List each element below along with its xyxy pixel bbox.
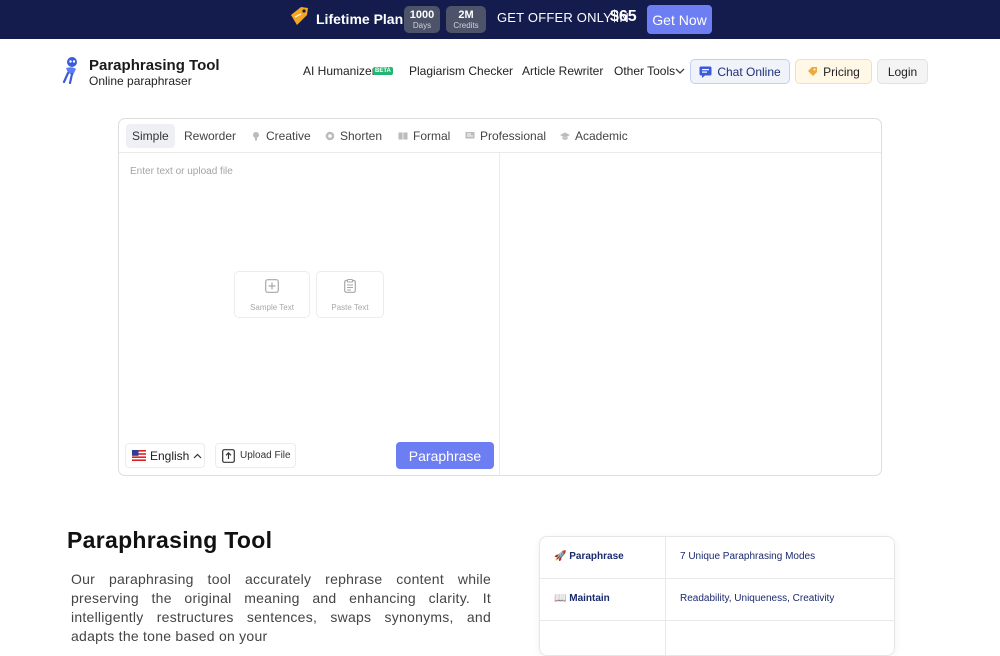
tab-professional-label: Professional (480, 129, 547, 143)
chevron-down-icon[interactable] (675, 67, 685, 75)
beta-badge: BETA (373, 67, 393, 75)
lightbulb-icon (253, 132, 259, 141)
feature-value: Readability, Uniqueness, Creativity (680, 593, 835, 604)
paraphrase-button[interactable]: Paraphrase (396, 442, 494, 469)
credits-value: 2M (458, 9, 474, 21)
feature-key: 📖 Maintain (554, 593, 610, 604)
feature-row: 🚀 Paraphrase 7 Unique Paraphrasing Modes (540, 537, 894, 579)
price-tag-icon (291, 7, 308, 25)
paste-text-button[interactable]: Paste Text (316, 271, 384, 318)
feature-key-text: Maintain (569, 593, 610, 604)
plan-title: Lifetime Plan (316, 11, 404, 27)
add-sample-icon (265, 279, 279, 293)
credits-badge: 2M Credits (446, 6, 486, 33)
section-description: Our paraphrasing tool accurately rephras… (71, 571, 491, 644)
days-unit: Days (412, 21, 432, 30)
feature-value: 7 Unique Paraphrasing Modes (680, 551, 816, 562)
credits-unit: Credits (453, 21, 479, 30)
tab-professional[interactable]: Professional (459, 124, 552, 148)
presentation-icon (465, 132, 475, 139)
language-label: English (150, 448, 190, 463)
tab-reworder-label: Reworder (184, 129, 237, 143)
tab-formal-label: Formal (413, 129, 451, 143)
tab-simple[interactable]: Simple (126, 124, 175, 148)
login-label: Login (887, 64, 918, 79)
offer-price: $65 (610, 8, 637, 25)
promo-banner: Lifetime Plan 1000 Days 2M Credits GET O… (0, 0, 1000, 39)
nav-article-rewriter[interactable]: Article Rewriter (522, 64, 603, 78)
tab-shorten-label: Shorten (340, 129, 383, 143)
upload-icon (222, 448, 235, 463)
tab-creative[interactable]: Creative (245, 124, 317, 148)
pricing-button[interactable]: Pricing (795, 59, 872, 84)
brand-name[interactable]: Paraphrasing Tool (89, 57, 220, 74)
sample-text-label: Sample Text (250, 303, 294, 312)
nav-plagiarism-checker[interactable]: Plagiarism Checker (409, 64, 513, 78)
tab-academic-label: Academic (575, 129, 628, 143)
mode-tabs: Simple Reworder Creative Shorten Formal … (119, 119, 881, 153)
get-now-button[interactable]: Get Now (647, 5, 712, 34)
days-badge: 1000 Days (404, 6, 440, 33)
upload-file-label: Upload File (240, 450, 291, 461)
pricing-label: Pricing (823, 64, 860, 79)
feature-key: 🚀 Paraphrase (554, 551, 624, 562)
section-title: Paraphrasing Tool (67, 527, 273, 553)
nav-ai-humanizer[interactable]: AI Humanizer (303, 64, 376, 78)
feature-key-text: Paraphrase (569, 551, 624, 562)
tab-shorten[interactable]: Shorten (319, 124, 388, 148)
upload-file-button[interactable]: Upload File (215, 443, 296, 468)
chat-online-label: Chat Online (717, 64, 781, 79)
brand-tagline: Online paraphraser (89, 74, 192, 88)
paraphrase-editor: Simple Reworder Creative Shorten Formal … (118, 118, 882, 476)
chat-bubble-icon (699, 66, 712, 78)
tag-icon (808, 67, 818, 76)
sample-text-button[interactable]: Sample Text (234, 271, 310, 318)
login-button[interactable]: Login (877, 59, 928, 84)
paste-text-label: Paste Text (331, 303, 369, 312)
chevron-up-icon (193, 453, 202, 458)
graduation-cap-icon (560, 132, 570, 140)
tab-academic[interactable]: Academic (554, 124, 634, 148)
pane-divider (499, 153, 500, 475)
compress-icon (325, 131, 335, 141)
robot-logo-icon[interactable] (60, 56, 82, 84)
tab-creative-label: Creative (266, 129, 311, 143)
nav-other-tools[interactable]: Other Tools (614, 64, 675, 78)
feature-row: 📖 Maintain Readability, Uniqueness, Crea… (540, 579, 894, 621)
chat-online-button[interactable]: Chat Online (690, 59, 790, 84)
clipboard-icon (344, 279, 356, 293)
feature-table: 🚀 Paraphrase 7 Unique Paraphrasing Modes… (539, 536, 895, 656)
days-value: 1000 (409, 9, 435, 21)
book-icon (398, 132, 408, 140)
tab-formal[interactable]: Formal (392, 124, 456, 148)
tab-simple-label: Simple (132, 129, 169, 143)
language-selector[interactable]: English (125, 443, 205, 468)
tab-reworder[interactable]: Reworder (178, 124, 242, 148)
input-placeholder[interactable]: Enter text or upload file (130, 166, 233, 177)
us-flag-icon (132, 450, 146, 461)
